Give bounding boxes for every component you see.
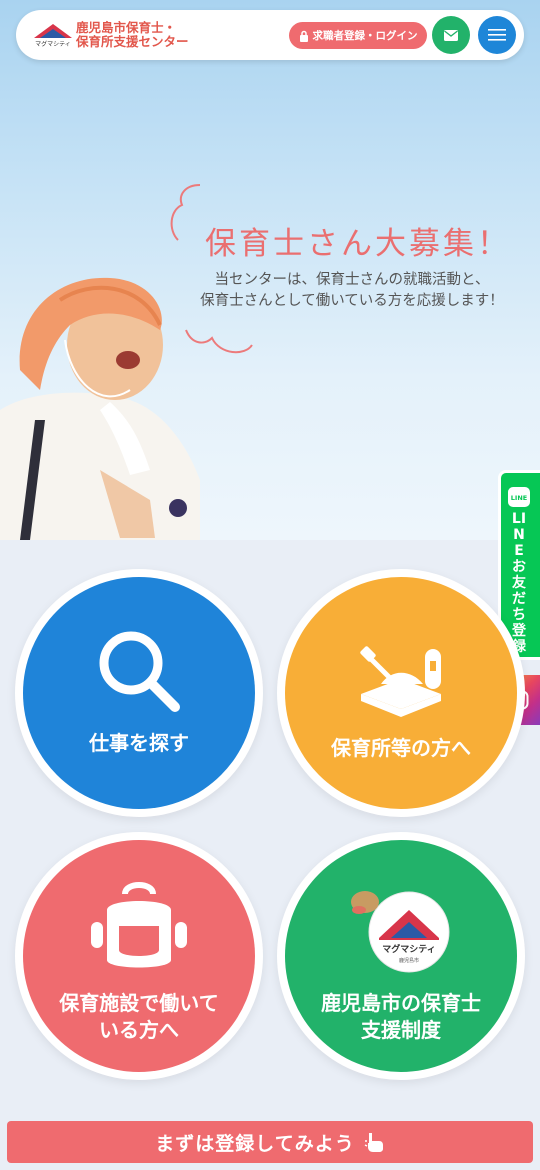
- circle-badge-sub: 鹿児島市: [399, 957, 419, 964]
- hero-description-line1: 当センターは、保育士さんの就職活動と、: [214, 272, 490, 288]
- logo-badge-name: マグマシティ: [35, 40, 71, 48]
- line-icon: LINE: [508, 487, 530, 507]
- menu-working-staff-label-line2: いる方へ: [99, 1018, 179, 1042]
- circle-badge-name: マグマシティ: [382, 943, 435, 955]
- logo-line2: 保育所支援センター: [76, 34, 189, 49]
- line-friend-label: LINEお友だち登録: [511, 511, 527, 655]
- menu-working-staff[interactable]: 保育施設で働いて いる方へ: [15, 832, 263, 1080]
- menu-support-system-label-line1: 鹿児島市の保育士: [321, 991, 481, 1015]
- menu-support-system-inner: マグマシティ 鹿児島市 鹿児島市の保育士 支援制度: [285, 840, 517, 1072]
- menu-support-system-label: 鹿児島市の保育士 支援制度: [285, 990, 517, 1044]
- menu-find-job-label: 仕事を探す: [89, 731, 189, 755]
- search-icon: [99, 631, 180, 712]
- register-cta-label: まずは登録してみよう: [155, 1132, 355, 1155]
- lock-icon: [299, 30, 308, 42]
- menu-nursery-facilities-inner: 保育所等の方へ: [285, 577, 517, 809]
- contact-mail-button[interactable]: [432, 16, 470, 54]
- site-logo-text[interactable]: 鹿児島市保育士・ 保育所支援センター: [76, 21, 189, 49]
- site-header: マグマシティ 鹿児島市保育士・ 保育所支援センター 求職者登録・ログイン: [16, 10, 524, 60]
- svg-text:LINE: LINE: [511, 494, 527, 502]
- hero-section: 保育士さん大募集！ 当センターは、保育士さんの就職活動と、 保育士さんとして働い…: [0, 0, 540, 540]
- menu-nursery-facilities[interactable]: 保育所等の方へ: [277, 569, 525, 817]
- magma-city-logo-icon: マグマシティ 鹿児島市: [351, 891, 450, 973]
- sandbox-icon: [360, 646, 441, 717]
- child-illustration: [0, 277, 200, 540]
- magma-city-logo-icon[interactable]: マグマシティ: [32, 20, 74, 50]
- hero-title: 保育士さん大募集！: [205, 226, 511, 262]
- menu-find-job[interactable]: 仕事を探す: [15, 569, 263, 817]
- menu-support-system[interactable]: マグマシティ 鹿児島市 鹿児島市の保育士 支援制度: [277, 832, 525, 1080]
- menu-working-staff-label: 保育施設で働いて いる方へ: [23, 990, 255, 1044]
- login-button-label: 求職者登録・ログイン: [312, 30, 418, 42]
- menu-working-staff-inner: 保育施設で働いて いる方へ: [23, 840, 255, 1072]
- hamburger-icon: [488, 29, 506, 41]
- login-button[interactable]: 求職者登録・ログイン: [289, 22, 427, 49]
- menu-support-system-label-line2: 支援制度: [361, 1018, 441, 1042]
- backpack-icon: [91, 882, 187, 968]
- envelope-icon: [444, 29, 458, 41]
- hero-description: 当センターは、保育士さんの就職活動と、 保育士さんとして働いている方を応援します…: [180, 270, 524, 312]
- logo-line1: 鹿児島市保育士・: [76, 20, 177, 35]
- menu-find-job-inner: 仕事を探す: [23, 577, 255, 809]
- menu-nursery-facilities-label: 保育所等の方へ: [331, 736, 471, 760]
- hamburger-menu-button[interactable]: [478, 16, 516, 54]
- menu-working-staff-label-line1: 保育施設で働いて: [59, 991, 219, 1015]
- hero-description-line2: 保育士さんとして働いている方を応援します！: [200, 293, 504, 309]
- pointing-hand-icon: [364, 1133, 383, 1152]
- register-cta-button[interactable]: まずは登録してみよう: [7, 1121, 533, 1163]
